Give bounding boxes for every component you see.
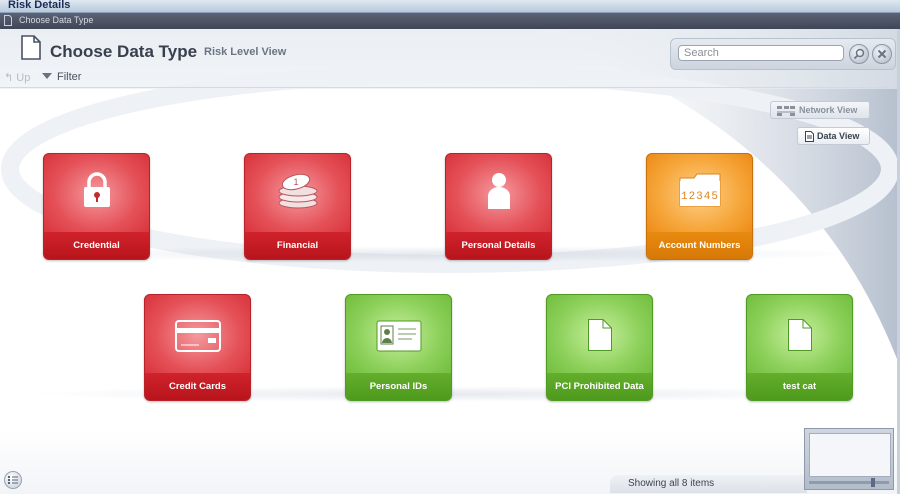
tile-pci-prohibited-data[interactable]: PCI Prohibited Data [546, 294, 653, 401]
search-icon [853, 48, 865, 60]
status-bar: Showing all 8 items [610, 475, 807, 493]
numbers-glyph-text: 12345 [680, 191, 718, 203]
tile-label: Account Numbers [658, 240, 741, 251]
chevron-down-icon [42, 73, 52, 79]
document-icon [587, 319, 612, 351]
tile-financial[interactable]: 1 Financial [244, 153, 351, 260]
tile-label: Personal IDs [369, 381, 428, 392]
document-icon [787, 319, 812, 351]
page-title: Choose Data Type [50, 42, 198, 61]
main-content: Choose Data Type Risk Level View ↰ Up [0, 29, 900, 494]
up-label: Up [16, 72, 31, 84]
up-button[interactable]: ↰ Up [4, 71, 30, 84]
tile-label: Financial [276, 240, 319, 251]
page-header: Choose Data Type Risk Level View ↰ Up [0, 29, 897, 89]
tile-label: Personal Details [461, 240, 536, 251]
up-arrow-icon: ↰ [4, 72, 14, 84]
lock-icon [83, 172, 110, 207]
svg-text:1: 1 [293, 177, 298, 187]
credit-card-icon [174, 320, 221, 352]
overview-navigator[interactable] [804, 428, 894, 490]
id-card-icon [376, 320, 421, 352]
numbers-folder-icon: 12345 [679, 173, 720, 207]
data-view-label: Data View [817, 131, 860, 141]
list-view-button[interactable] [4, 471, 22, 489]
zoom-slider[interactable] [809, 481, 889, 484]
search-button[interactable] [849, 44, 869, 64]
person-icon [487, 173, 510, 209]
page-subtitle: Risk Level View [204, 46, 287, 58]
clear-search-button[interactable] [872, 44, 892, 64]
search-box [670, 38, 896, 70]
tile-personal-ids[interactable]: Personal IDs [345, 294, 452, 401]
document-icon [21, 35, 41, 60]
navigator-viewport[interactable] [809, 433, 891, 477]
document-icon [4, 15, 12, 26]
network-icon [777, 106, 795, 116]
network-view-label: Network View [799, 105, 858, 115]
zoom-slider-handle[interactable] [871, 478, 875, 487]
data-view-button[interactable]: Data View [797, 127, 870, 145]
filter-button[interactable]: Filter [42, 71, 81, 83]
window-title: Risk Details [8, 0, 71, 11]
tile-credential[interactable]: Credential [43, 153, 150, 260]
tile-label: Credential [73, 240, 120, 251]
tile-account-numbers[interactable]: 12345 Account Numbers [646, 153, 753, 260]
network-view-button[interactable]: Network View [770, 101, 870, 119]
tile-label: test cat [782, 381, 817, 392]
tile-personal-details[interactable]: Personal Details [445, 153, 552, 260]
tile-test-cat[interactable]: test cat [746, 294, 853, 401]
tile-label: PCI Prohibited Data [555, 381, 644, 392]
tile-credit-cards[interactable]: Credit Cards [144, 294, 251, 401]
close-icon [877, 49, 887, 59]
list-icon [8, 476, 18, 484]
filter-label: Filter [57, 71, 82, 83]
breadcrumb: Choose Data Type [0, 13, 900, 29]
breadcrumb-item[interactable]: Choose Data Type [19, 15, 93, 25]
status-text: Showing all 8 items [628, 478, 715, 489]
toolbar-divider [0, 87, 897, 88]
document-icon [805, 131, 814, 142]
coins-icon: 1 [278, 173, 317, 209]
search-input[interactable] [678, 45, 844, 61]
tile-label: Credit Cards [168, 381, 226, 392]
window-titlebar: Risk Details [0, 0, 900, 13]
